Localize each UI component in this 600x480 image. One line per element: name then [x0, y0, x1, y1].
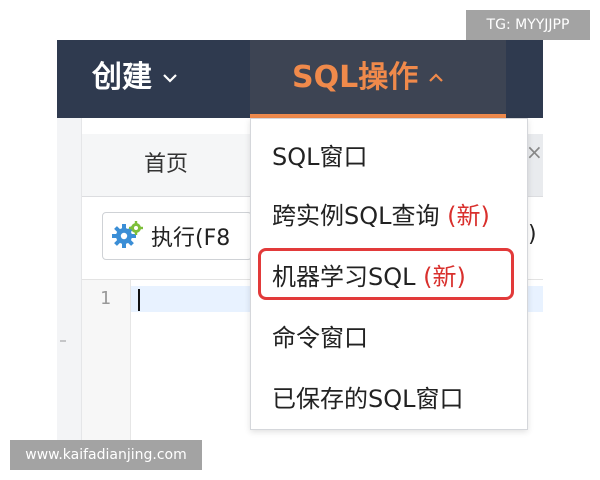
highlight-annotation — [258, 248, 514, 300]
watermark-site: www.kaifadianjing.com — [10, 440, 202, 470]
nav-menu-create[interactable]: 创建 — [92, 52, 178, 104]
run-button[interactable]: 执行(F8 — [102, 212, 252, 260]
menu-item-label: SQL窗口 — [272, 143, 368, 171]
toolbar-trailing-text: ) — [528, 222, 537, 247]
sidebar-divider — [60, 340, 66, 342]
menu-item-command-window[interactable]: 命令窗口 — [272, 318, 368, 358]
menu-item-label: 已保存的SQL窗口 — [272, 385, 464, 413]
menu-item-sql-window[interactable]: SQL窗口 — [272, 137, 368, 177]
nav-menu-sql-ops-label: SQL操作 — [292, 60, 419, 95]
line-number: 1 — [100, 288, 111, 309]
close-icon[interactable]: × — [526, 142, 543, 162]
left-sidebar-strip — [57, 118, 82, 440]
nav-menu-sql-ops[interactable]: SQL操作 — [292, 52, 444, 104]
nav-menu-create-label: 创建 — [92, 60, 152, 95]
menu-item-label: 命令窗口 — [272, 324, 368, 352]
watermark-tg: TG: MYYJJPP — [466, 10, 590, 40]
new-badge: (新) — [447, 202, 490, 230]
menu-item-cross-instance-query[interactable]: 跨实例SQL查询 (新) — [272, 196, 490, 236]
chevron-down-icon — [162, 73, 178, 83]
chevron-up-icon — [428, 73, 444, 83]
text-cursor — [138, 289, 140, 311]
gears-icon — [111, 219, 145, 253]
menu-item-saved-sql-window[interactable]: 已保存的SQL窗口 — [272, 379, 464, 419]
run-button-label: 执行(F8 — [151, 226, 231, 251]
menu-item-label: 跨实例SQL查询 — [272, 202, 440, 230]
tab-home[interactable]: 首页 — [82, 134, 250, 196]
